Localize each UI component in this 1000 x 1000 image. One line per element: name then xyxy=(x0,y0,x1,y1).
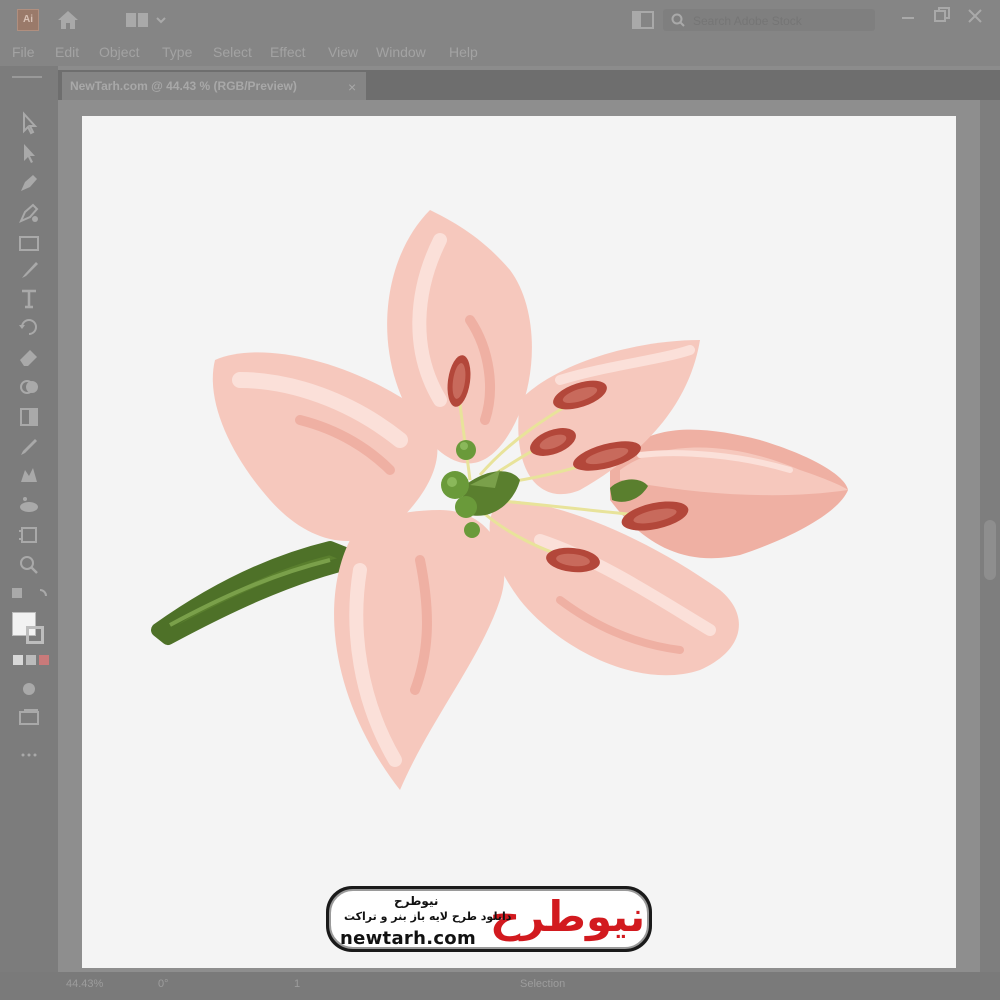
watermark-tagline: دانلود طرح لایه باز بنر و تراکت xyxy=(344,910,512,923)
status-artboard-number[interactable]: 1 xyxy=(294,978,300,990)
status-rotation[interactable]: 0° xyxy=(158,978,169,990)
watermark-url: newtarh.com xyxy=(340,928,477,949)
lily-illustration[interactable] xyxy=(0,0,1000,1000)
watermark-brand-logo: نیوطرح xyxy=(490,892,646,941)
bud xyxy=(610,429,848,559)
status-tool-mode[interactable]: Selection xyxy=(520,978,565,990)
status-zoom[interactable]: 44.43% xyxy=(66,978,103,990)
status-bar xyxy=(0,972,1000,1000)
watermark-name: نیوطرح xyxy=(394,894,439,908)
